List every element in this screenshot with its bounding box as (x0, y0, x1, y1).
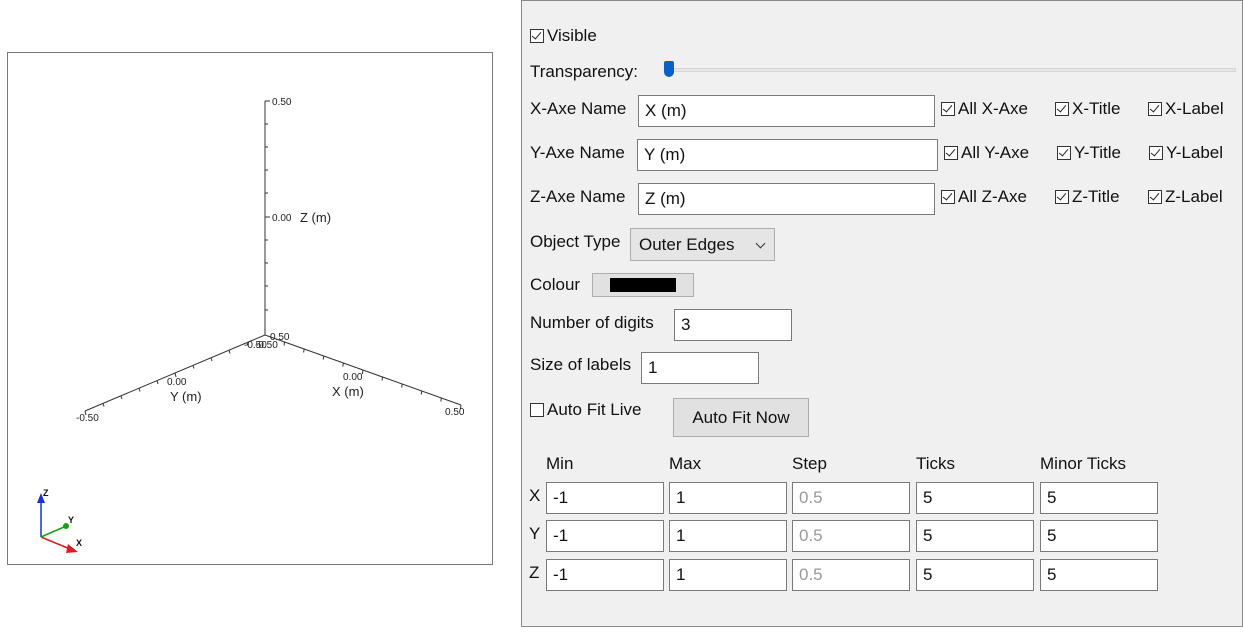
header-max: Max (669, 454, 702, 473)
x-axe-name-label: X-Axe Name (530, 99, 627, 118)
z-label-check-icon (1148, 190, 1162, 204)
all-z-axe-checkbox[interactable]: All Z-Axe (941, 187, 1027, 207)
x-ticks-input[interactable]: 5 (916, 482, 1034, 514)
x-max-input[interactable]: 1 (669, 482, 787, 514)
z-step-input[interactable]: 0.5 (792, 559, 910, 591)
y-ticks-input[interactable]: 5 (916, 520, 1034, 552)
all-z-axe-check-icon (941, 190, 955, 204)
origin-label-c: 0.50 (270, 332, 290, 343)
x-title-check-icon (1055, 102, 1069, 116)
digits-label: Number of digits (530, 313, 654, 332)
x-minor-ticks-input[interactable]: 5 (1040, 482, 1158, 514)
y-label-checkbox[interactable]: Y-Label (1149, 143, 1223, 163)
z-label-checkbox[interactable]: Z-Label (1148, 187, 1223, 207)
transparency-slider-thumb[interactable] (664, 61, 674, 77)
all-y-axe-check-icon (944, 146, 958, 160)
y-min-input[interactable]: -1 (546, 520, 664, 552)
y-axe-name-label: Y-Axe Name (530, 143, 625, 162)
digits-input[interactable]: 3 (674, 309, 792, 341)
y-minor-ticks-input[interactable]: 5 (1040, 520, 1158, 552)
z-min-input[interactable]: -1 (546, 559, 664, 591)
triad-x-label: X (76, 538, 82, 548)
y-axe-name-input[interactable]: Y (m) (637, 139, 938, 171)
z-ticks-input[interactable]: 5 (916, 559, 1034, 591)
axes-plot: 0.50 0.00 Z (m) 0.00 Y (m) -0.50 0.00 X … (37, 97, 465, 553)
auto-fit-live-checkbox[interactable]: Auto Fit Live (530, 400, 642, 420)
x-axis-mid-label: 0.00 (343, 372, 363, 383)
z-minor-ticks-input[interactable]: 5 (1040, 559, 1158, 591)
z-axis-title: Z (m) (300, 210, 331, 225)
header-step: Step (792, 454, 827, 473)
size-labels-label: Size of labels (530, 355, 632, 374)
y-axis-end-label: -0.50 (76, 413, 99, 424)
colour-picker-button[interactable] (592, 273, 694, 297)
size-labels-input[interactable]: 1 (641, 352, 759, 384)
x-step-input[interactable]: 0.5 (792, 482, 910, 514)
z-max-input[interactable]: 1 (669, 559, 787, 591)
z-axis-top-label: 0.50 (272, 97, 292, 108)
z-axe-name-label: Z-Axe Name (530, 187, 626, 206)
y-axis-title: Y (m) (170, 389, 202, 404)
y-max-input[interactable]: 1 (669, 520, 787, 552)
orientation-triad-icon: Z Y X (37, 488, 82, 553)
row-x-axis-label: X (529, 486, 541, 505)
all-x-axe-checkbox[interactable]: All X-Axe (941, 99, 1028, 119)
transparency-label: Transparency: (530, 62, 639, 81)
object-type-label: Object Type (530, 232, 621, 251)
z-title-check-icon (1055, 190, 1069, 204)
y-step-input[interactable]: 0.5 (792, 520, 910, 552)
y-title-checkbox[interactable]: Y-Title (1057, 143, 1121, 163)
x-axe-name-input[interactable]: X (m) (638, 95, 935, 127)
3d-viewport[interactable]: 0.50 0.00 Z (m) 0.00 Y (m) -0.50 0.00 X … (7, 52, 493, 565)
triad-y-label: Y (68, 515, 74, 525)
x-min-input[interactable]: -1 (546, 482, 664, 514)
header-ticks: Ticks (916, 454, 956, 473)
y-title-check-icon (1057, 146, 1071, 160)
auto-fit-live-check-icon (530, 403, 544, 417)
colour-swatch (610, 278, 676, 292)
transparency-slider-track[interactable] (664, 68, 1236, 72)
triad-z-label: Z (43, 488, 49, 498)
x-axis-end-label: 0.50 (445, 407, 465, 418)
x-title-checkbox[interactable]: X-Title (1055, 99, 1121, 119)
header-min: Min (546, 454, 574, 473)
object-type-dropdown[interactable]: Outer Edges (630, 228, 775, 261)
y-label-check-icon (1149, 146, 1163, 160)
x-axis-ticks (283, 341, 462, 410)
object-type-value: Outer Edges (639, 234, 735, 254)
x-label-check-icon (1148, 102, 1162, 116)
header-minor-ticks: Minor Ticks (1040, 454, 1126, 473)
z-axis-mid-label: 0.00 (272, 213, 292, 224)
colour-label: Colour (530, 275, 581, 294)
y-axis-mid-label: 0.00 (167, 377, 187, 388)
z-title-checkbox[interactable]: Z-Title (1055, 187, 1120, 207)
visible-checkbox[interactable]: Visible (530, 26, 597, 46)
x-label-checkbox[interactable]: X-Label (1148, 99, 1224, 119)
row-z-axis-label: Z (529, 563, 540, 582)
row-y-axis-label: Y (529, 524, 541, 543)
chevron-down-icon (755, 238, 766, 249)
visible-check-icon (530, 29, 544, 43)
z-axe-name-input[interactable]: Z (m) (638, 183, 935, 215)
properties-panel: Visible Transparency: X-Axe Name X (m) A… (521, 0, 1243, 627)
auto-fit-now-button[interactable]: Auto Fit Now (673, 398, 809, 437)
x-axis-title: X (m) (332, 384, 364, 399)
all-x-axe-check-icon (941, 102, 955, 116)
all-y-axe-checkbox[interactable]: All Y-Axe (944, 143, 1029, 163)
